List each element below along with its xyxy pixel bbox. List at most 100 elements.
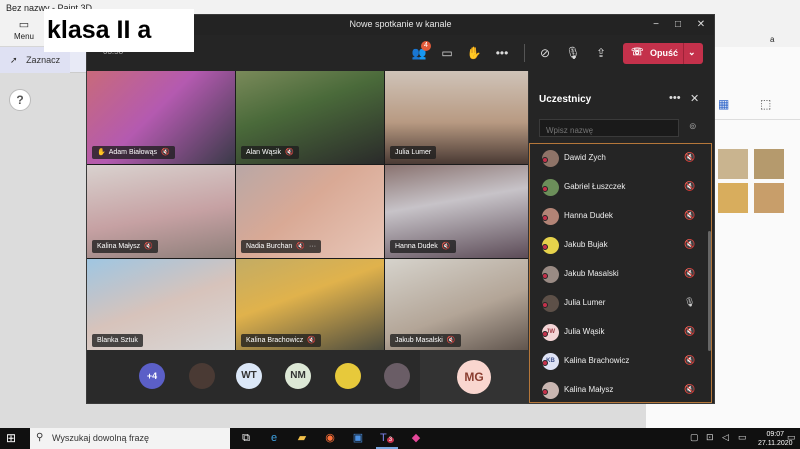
participant-name-tag: Kalina Brachowicz 🔇 xyxy=(241,334,321,347)
share-screen-button[interactable]: ⇪ xyxy=(591,44,611,62)
status-badge xyxy=(542,302,548,308)
mic-muted-icon[interactable]: 🔇 xyxy=(684,326,695,337)
mic-muted-icon: 🔇 xyxy=(285,149,294,156)
list-item[interactable]: JW Julia Wąsik 🔇 xyxy=(530,318,708,347)
mic-toggle-button[interactable]: 🎙 xyxy=(563,44,583,62)
task-view-icon[interactable]: ⧉ xyxy=(238,431,254,446)
participant-name-tag: Blanka Sztuk xyxy=(92,334,143,347)
minimize-button[interactable]: − xyxy=(645,17,667,33)
avatar[interactable]: NM xyxy=(285,363,311,389)
more-participants-chip[interactable]: +4 xyxy=(139,363,165,389)
list-item[interactable]: Hanna Dudek 🔇 xyxy=(530,202,708,231)
paint-3d-icon[interactable]: ◆ xyxy=(408,431,424,446)
file-explorer-icon[interactable]: ▰ xyxy=(294,431,310,446)
paint-ribbon-right-label: a xyxy=(770,35,775,44)
battery-icon[interactable]: ▭ xyxy=(738,432,747,443)
teams-taskbar-icon[interactable]: T3 xyxy=(379,431,395,446)
avatar[interactable] xyxy=(335,363,361,389)
mic-muted-icon[interactable]: 🔇 xyxy=(684,355,695,366)
video-tile[interactable]: ✋ Adam Białowąs 🔇 xyxy=(87,71,235,164)
participant-search-input[interactable] xyxy=(539,119,679,137)
texture-swatch[interactable] xyxy=(754,183,784,213)
mic-muted-icon[interactable]: 🔇 xyxy=(684,268,695,279)
status-badge xyxy=(542,360,548,366)
windows-start-icon[interactable]: ⊞ xyxy=(6,431,22,446)
chat-button[interactable]: ▭ xyxy=(437,44,457,62)
cursor-icon: ➚ xyxy=(10,55,18,65)
menu-button[interactable]: ▭ Menu xyxy=(4,19,44,45)
word-icon[interactable]: ▣ xyxy=(350,431,366,446)
participant-name: Kalina Małysz xyxy=(564,385,614,394)
mic-muted-icon[interactable]: 🔇 xyxy=(684,210,695,221)
notification-center-icon[interactable]: ▭ xyxy=(787,432,796,443)
video-tile[interactable]: Hanna Dudek 🔇 xyxy=(385,165,533,258)
camera-off-icon: ⊘ xyxy=(539,46,551,60)
close-window-button[interactable]: ✕ xyxy=(690,17,712,33)
leave-button[interactable]: ☏ Opuść ⌄ xyxy=(623,43,703,64)
chevron-down-icon[interactable]: ⌄ xyxy=(688,47,696,58)
list-item[interactable]: Jakub Masalski 🔇 xyxy=(530,260,708,289)
toolbar-separator xyxy=(524,44,525,62)
edge-icon[interactable]: e xyxy=(266,431,282,446)
participants-button[interactable]: 👥 4 xyxy=(409,41,431,62)
overflow-participants-bar: +4 WT NM xyxy=(87,350,420,403)
paint-ribbon-right: a xyxy=(715,17,800,47)
video-tile[interactable]: Nadia Burchan 🔇 ··· xyxy=(236,165,384,258)
list-item[interactable]: Julia Lumer 🎙 xyxy=(530,289,708,318)
list-item[interactable]: Gabriel Łuszczek 🔇 xyxy=(530,173,708,202)
participant-name: Hanna Dudek xyxy=(395,243,438,250)
microphone-icon[interactable]: 🎙 xyxy=(684,297,695,308)
side-panel-divider xyxy=(714,119,800,120)
phone-icon: ☏ xyxy=(631,47,644,58)
video-tile[interactable]: Kalina Brachowicz 🔇 xyxy=(236,259,384,352)
participant-name: Hanna Dudek xyxy=(564,211,613,220)
list-item[interactable]: Kalina Małysz 🔇 xyxy=(530,376,708,405)
mic-muted-icon[interactable]: 🔇 xyxy=(684,384,695,395)
status-badge xyxy=(542,273,548,279)
participant-name-tag: ✋ Adam Białowąs 🔇 xyxy=(92,146,175,159)
texture-swatch[interactable] xyxy=(754,149,784,179)
avatar[interactable]: WT xyxy=(236,363,262,389)
taskbar-search-box[interactable]: ⚲ Wyszukaj dowolną frazę xyxy=(30,428,230,449)
maximize-button[interactable]: □ xyxy=(667,17,689,33)
textures-tab-icon[interactable]: ⬚ xyxy=(760,97,771,111)
raise-hand-button[interactable]: ✋ xyxy=(464,44,484,62)
mic-muted-icon[interactable]: 🔇 xyxy=(684,239,695,250)
status-badge xyxy=(542,157,548,163)
self-video-tile[interactable]: MG xyxy=(420,350,528,403)
list-item[interactable]: Dawid Zych 🔇 xyxy=(530,144,708,173)
list-item[interactable]: KB Kalina Brachowicz 🔇 xyxy=(530,347,708,376)
mic-muted-icon[interactable]: 🔇 xyxy=(684,181,695,192)
menu-button-label: Menu xyxy=(13,32,34,41)
tray-icon[interactable]: ▢ xyxy=(690,432,699,443)
leave-button-split xyxy=(683,43,684,64)
more-icon: ••• xyxy=(495,46,509,60)
texture-swatch[interactable] xyxy=(718,149,748,179)
video-tile[interactable]: Blanka Sztuk xyxy=(87,259,235,352)
participant-name-tag: Kalina Małysz 🔇 xyxy=(92,240,158,253)
stickers-tab-icon[interactable]: ▦ xyxy=(718,97,729,111)
video-tile[interactable]: Julia Lumer xyxy=(385,71,533,164)
paint-canvas[interactable] xyxy=(0,73,86,428)
panel-scrollbar[interactable] xyxy=(708,231,711,351)
view-icon[interactable]: ⊚ xyxy=(689,121,697,132)
more-actions-button[interactable]: ••• xyxy=(492,44,512,62)
more-options-icon[interactable]: ••• xyxy=(669,92,681,104)
network-icon[interactable]: ⊡ xyxy=(706,432,714,443)
video-tile[interactable]: Jakub Masalski 🔇 xyxy=(385,259,533,352)
camera-toggle-button[interactable]: ⊘ xyxy=(535,44,555,62)
texture-swatch[interactable] xyxy=(718,183,748,213)
mic-muted-icon: 🔇 xyxy=(307,337,316,344)
firefox-icon[interactable]: ◉ xyxy=(322,431,338,446)
video-tile[interactable]: Kalina Małysz 🔇 xyxy=(87,165,235,258)
help-button[interactable]: ? xyxy=(9,89,31,111)
speaker-icon[interactable]: ◁ xyxy=(722,432,729,443)
participant-name: Julia Lumer xyxy=(564,298,606,307)
close-icon[interactable]: ✕ xyxy=(690,92,699,105)
avatar[interactable] xyxy=(189,363,215,389)
list-item[interactable]: Jakub Bujak 🔇 xyxy=(530,231,708,260)
tile-more-icon[interactable]: ··· xyxy=(309,243,316,250)
avatar[interactable] xyxy=(384,363,410,389)
video-tile[interactable]: Alan Wąsik 🔇 xyxy=(236,71,384,164)
mic-muted-icon[interactable]: 🔇 xyxy=(684,152,695,163)
